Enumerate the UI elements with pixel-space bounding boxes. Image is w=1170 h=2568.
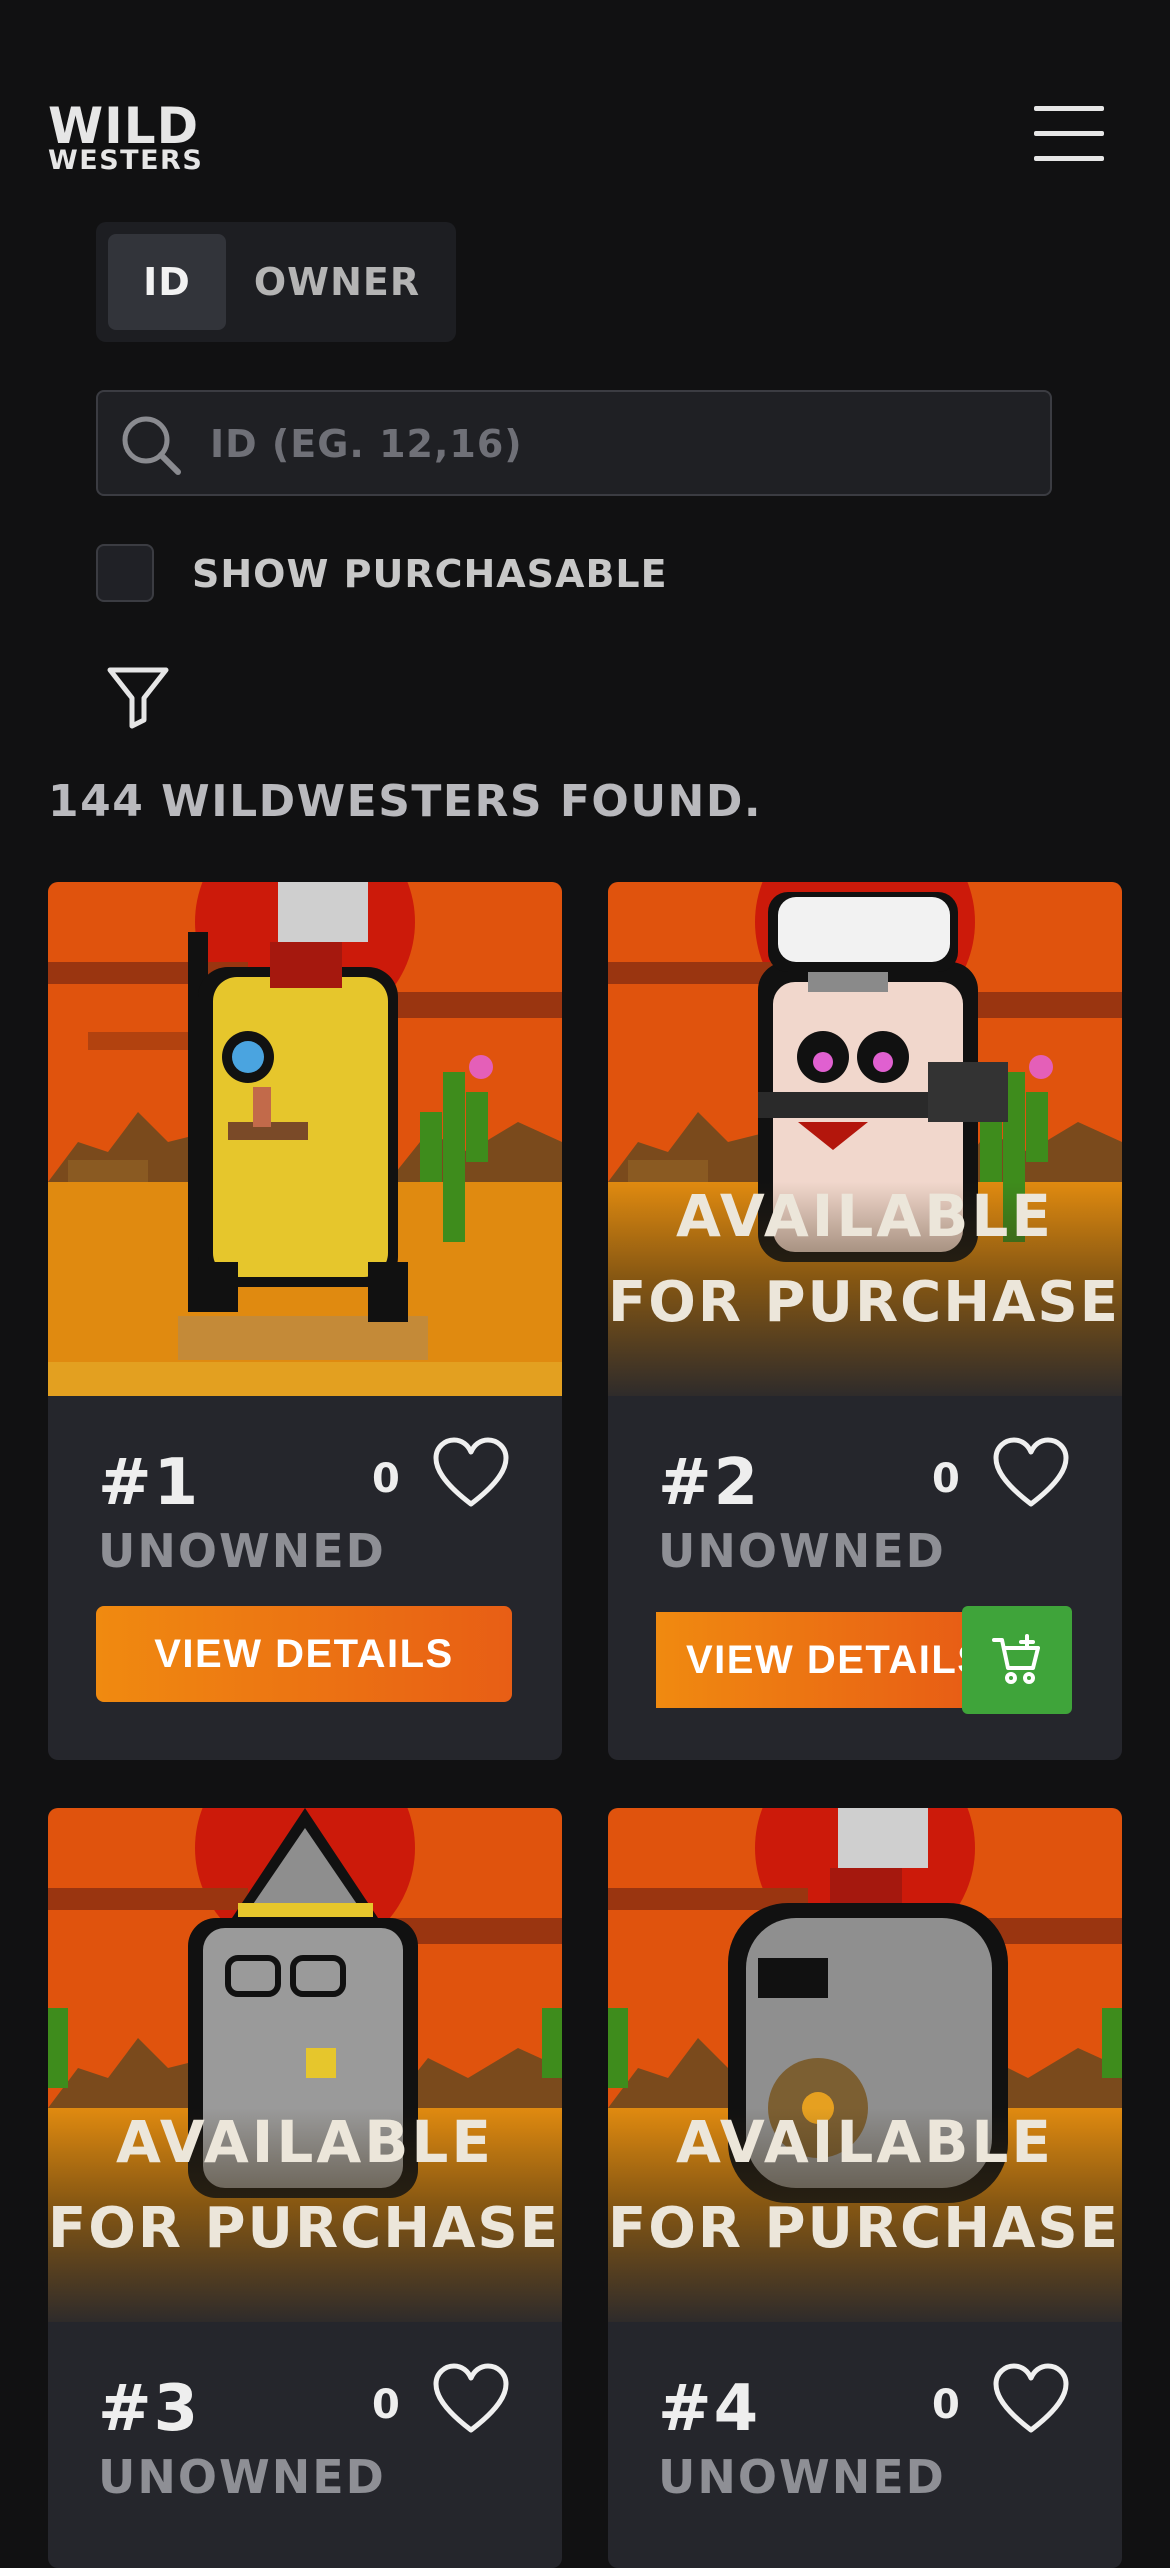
nft-card[interactable]: #1 0 UNOWNED VIEW DETAILS bbox=[48, 882, 562, 1760]
show-purchasable-row[interactable]: SHOW PURCHASABLE bbox=[96, 544, 796, 606]
toggle-option-id[interactable]: ID bbox=[108, 234, 226, 330]
card-id: #3 bbox=[98, 2372, 201, 2446]
overlay-line-2: FOR PURCHASE! bbox=[608, 2196, 1122, 2261]
site-header: WILD WESTERS bbox=[0, 0, 1170, 200]
overlay-line-1: AVAILABLE bbox=[115, 2108, 494, 2176]
owner-status: UNOWNED bbox=[658, 2450, 946, 2504]
card-id: #1 bbox=[98, 1446, 201, 1520]
site-logo[interactable]: WILD WESTERS bbox=[48, 97, 204, 176]
show-purchasable-label[interactable]: SHOW PURCHASABLE bbox=[192, 552, 668, 596]
like-count: 0 bbox=[372, 1456, 400, 1502]
heart-icon[interactable] bbox=[432, 1436, 510, 1510]
available-overlay: AVAILABLE FOR PURCHASE! bbox=[48, 2108, 562, 2322]
search-mode-toggle: ID OWNER bbox=[96, 222, 456, 342]
nft-card[interactable]: AVAILABLE FOR PURCHASE! #4 0 UNOWNED bbox=[608, 1808, 1122, 2568]
available-overlay: AVAILABLE FOR PURCHASE! bbox=[608, 1182, 1122, 1396]
results-count: 144 WILDWESTERS FOUND. bbox=[48, 776, 763, 827]
add-to-cart-button[interactable] bbox=[962, 1606, 1072, 1714]
heart-icon[interactable] bbox=[992, 1436, 1070, 1510]
owner-status: UNOWNED bbox=[98, 2450, 386, 2504]
view-details-button[interactable]: VIEW DETAILS bbox=[96, 1606, 512, 1702]
nft-artwork bbox=[48, 882, 562, 1396]
nft-artwork: AVAILABLE FOR PURCHASE! bbox=[48, 1808, 562, 2322]
logo-line-1: WILD bbox=[48, 97, 200, 155]
toggle-option-owner[interactable]: OWNER bbox=[242, 234, 432, 330]
view-details-button[interactable]: VIEW DETAILS bbox=[656, 1612, 962, 1708]
owner-status: UNOWNED bbox=[98, 1524, 386, 1578]
like-count: 0 bbox=[932, 1456, 960, 1502]
search-icon bbox=[122, 416, 181, 475]
heart-icon[interactable] bbox=[992, 2362, 1070, 2436]
funnel-filter-icon[interactable] bbox=[104, 662, 172, 730]
overlay-line-2: FOR PURCHASE! bbox=[608, 1270, 1122, 1335]
nft-artwork: AVAILABLE FOR PURCHASE! bbox=[608, 1808, 1122, 2322]
cart-plus-icon bbox=[992, 1634, 1040, 1684]
card-id: #4 bbox=[658, 2372, 761, 2446]
nft-artwork: AVAILABLE FOR PURCHASE! bbox=[608, 882, 1122, 1396]
like-count: 0 bbox=[372, 2382, 400, 2428]
like-count: 0 bbox=[932, 2382, 960, 2428]
overlay-line-2: FOR PURCHASE! bbox=[48, 2196, 562, 2261]
search-box bbox=[96, 390, 1052, 496]
owner-status: UNOWNED bbox=[658, 1524, 946, 1578]
overlay-line-1: AVAILABLE bbox=[675, 1182, 1054, 1250]
search-input[interactable] bbox=[208, 410, 1032, 478]
logo-line-2: WESTERS bbox=[48, 145, 204, 176]
overlay-line-1: AVAILABLE bbox=[675, 2108, 1054, 2176]
nft-card[interactable]: AVAILABLE FOR PURCHASE! #2 0 UNOWNED VIE… bbox=[608, 882, 1122, 1760]
heart-icon[interactable] bbox=[432, 2362, 510, 2436]
show-purchasable-checkbox[interactable] bbox=[96, 544, 154, 602]
hamburger-menu-icon[interactable] bbox=[1030, 106, 1106, 162]
card-id: #2 bbox=[658, 1446, 761, 1520]
nft-card[interactable]: AVAILABLE FOR PURCHASE! #3 0 UNOWNED bbox=[48, 1808, 562, 2568]
available-overlay: AVAILABLE FOR PURCHASE! bbox=[608, 2108, 1122, 2322]
